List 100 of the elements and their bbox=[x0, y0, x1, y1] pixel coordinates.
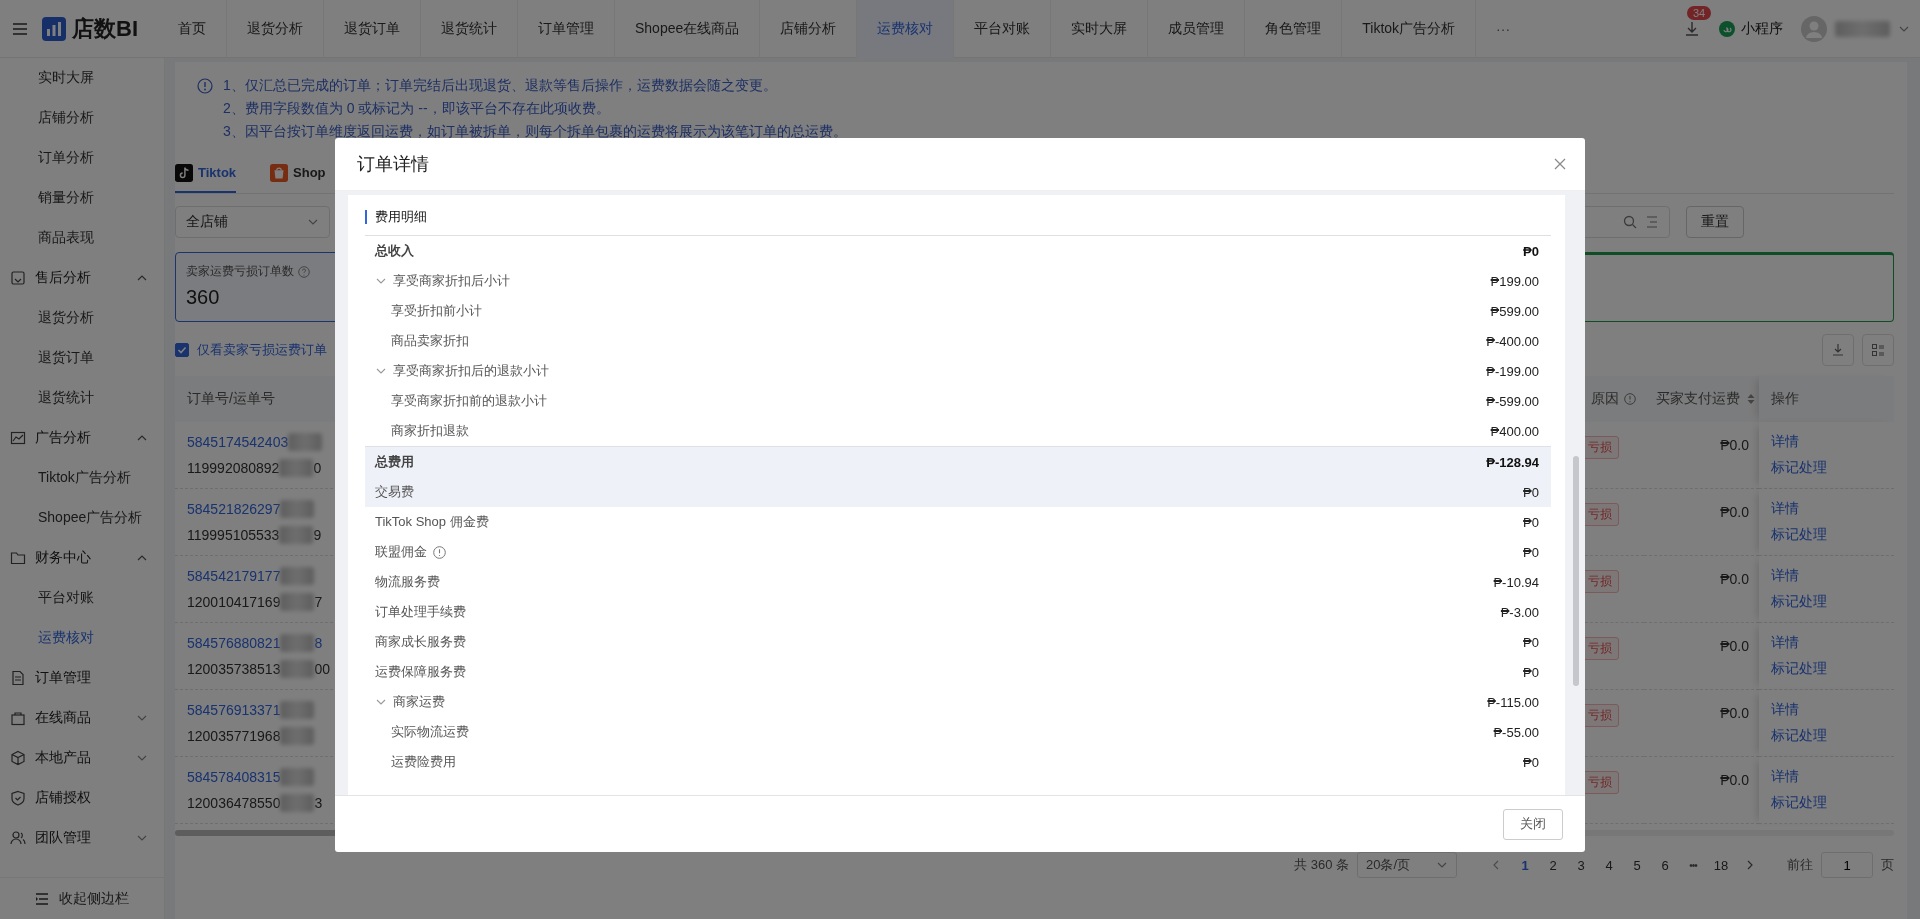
sidebar-item[interactable]: 平台对账 bbox=[0, 578, 164, 618]
sidebar-group[interactable]: 本地产品 bbox=[0, 738, 164, 778]
notice-text: 1、仅汇总已完成的订单；订单完结后出现退货、退款等售后操作，运费数据会随之变更。 bbox=[223, 76, 778, 94]
store-select[interactable]: 全店铺 bbox=[175, 206, 330, 238]
fee-value: ₱-10.94 bbox=[1493, 574, 1539, 590]
order-link[interactable]: 5845174542403 bbox=[187, 434, 289, 450]
reset-button[interactable]: 重置 bbox=[1686, 206, 1744, 238]
order-link[interactable]: 584576913371 bbox=[187, 702, 281, 718]
sidebar-item[interactable]: 销量分析 bbox=[0, 178, 164, 218]
action-link[interactable]: 标记处理 bbox=[1771, 794, 1884, 812]
nav-tab[interactable]: 实时大屏 bbox=[1051, 0, 1149, 58]
fee-label: 享受商家折扣后小计 bbox=[393, 272, 510, 290]
nav-tab[interactable]: Tiktok广告分析 bbox=[1342, 0, 1477, 58]
mini-program-link[interactable]: 小程序 bbox=[1741, 19, 1783, 38]
action-link[interactable]: 详情 bbox=[1771, 500, 1884, 518]
action-link[interactable]: 详情 bbox=[1771, 433, 1884, 451]
page-number[interactable]: 3 bbox=[1571, 857, 1591, 873]
fee-value: ₱199.00 bbox=[1490, 273, 1539, 289]
nav-tab[interactable]: 订单管理 bbox=[518, 0, 615, 58]
fee-value: ₱-599.00 bbox=[1486, 393, 1539, 409]
tracking-number: 3 bbox=[314, 795, 323, 811]
page-number[interactable]: 4 bbox=[1599, 857, 1619, 873]
page-number[interactable]: 6 bbox=[1655, 857, 1675, 873]
nav-tab[interactable]: 角色管理 bbox=[1245, 0, 1343, 58]
nav-tab[interactable]: 平台对账 bbox=[954, 0, 1052, 58]
platform-tab[interactable]: Tiktok bbox=[175, 154, 237, 193]
tracking-number: 0 bbox=[313, 460, 322, 476]
order-link[interactable]: 584576880821 bbox=[187, 635, 281, 651]
fee-label: 享受商家折扣前的退款小计 bbox=[391, 392, 547, 410]
order-link[interactable]: 584578408315 bbox=[187, 769, 281, 785]
sidebar-group[interactable]: 在线商品 bbox=[0, 698, 164, 738]
fee-value: ₱-199.00 bbox=[1486, 363, 1539, 379]
sidebar-group[interactable]: 财务中心 bbox=[0, 538, 164, 578]
section-title: 费用明细 bbox=[375, 208, 427, 226]
table-cell: ₱0.0 bbox=[1720, 705, 1749, 721]
stat-value: 360 bbox=[186, 286, 221, 309]
column-header: 买家支付运费 bbox=[1644, 376, 1759, 422]
fee-label: 商家成长服务费 bbox=[375, 633, 466, 651]
platform-tab[interactable]: Shop bbox=[270, 154, 326, 193]
action-link[interactable]: 详情 bbox=[1771, 567, 1884, 585]
column-header: 操作 bbox=[1759, 376, 1894, 422]
order-link[interactable]: 584542179177 bbox=[187, 568, 281, 584]
sidebar-item[interactable]: 退货分析 bbox=[0, 298, 164, 338]
nav-tab[interactable]: 运费核对 bbox=[857, 0, 955, 58]
action-link[interactable]: 标记处理 bbox=[1771, 727, 1884, 745]
order-link[interactable]: 8 bbox=[314, 635, 323, 651]
sidebar-item[interactable]: 商品表现 bbox=[0, 218, 164, 258]
fee-value: ₱400.00 bbox=[1490, 423, 1539, 439]
fee-value: ₱-3.00 bbox=[1500, 604, 1539, 620]
sidebar-group[interactable]: 售后分析 bbox=[0, 258, 164, 298]
action-link[interactable]: 标记处理 bbox=[1771, 660, 1884, 678]
sidebar-item[interactable]: 订单分析 bbox=[0, 138, 164, 178]
logo-text: 店数BI bbox=[72, 14, 138, 43]
tracking-number: 7 bbox=[314, 594, 323, 610]
sidebar-item[interactable]: Tiktok广告分析 bbox=[0, 458, 164, 498]
more-menu[interactable]: ··· bbox=[1476, 20, 1531, 37]
action-link[interactable]: 详情 bbox=[1771, 634, 1884, 652]
nav-tab[interactable]: Shopee在线商品 bbox=[615, 0, 761, 58]
page-number[interactable]: 18 bbox=[1711, 857, 1731, 873]
sidebar-item[interactable]: 实时大屏 bbox=[0, 58, 164, 98]
sidebar-group[interactable]: 店铺授权 bbox=[0, 778, 164, 818]
order-link[interactable]: 584521826297 bbox=[187, 501, 281, 517]
nav-tab[interactable]: 成员管理 bbox=[1148, 0, 1246, 58]
checkbox-label[interactable]: 仅看卖家亏损运费订单 bbox=[197, 341, 327, 359]
sidebar-item[interactable]: 店铺分析 bbox=[0, 98, 164, 138]
fee-value: ₱-400.00 bbox=[1486, 333, 1539, 349]
stat-title: 卖家运费亏损订单数 bbox=[186, 263, 294, 280]
action-link[interactable]: 详情 bbox=[1771, 768, 1884, 786]
action-link[interactable]: 标记处理 bbox=[1771, 526, 1884, 544]
nav-tab[interactable]: 首页 bbox=[158, 0, 227, 58]
fee-value: ₱0 bbox=[1523, 634, 1539, 650]
nav-tab[interactable]: 退货分析 bbox=[227, 0, 324, 58]
tracking-number: 119992080892 bbox=[187, 460, 280, 476]
action-link[interactable]: 详情 bbox=[1771, 701, 1884, 719]
sidebar-item[interactable]: 退货订单 bbox=[0, 338, 164, 378]
page-number[interactable]: 2 bbox=[1543, 857, 1563, 873]
sidebar-group[interactable]: 订单管理 bbox=[0, 658, 164, 698]
nav-tab[interactable]: 退货统计 bbox=[421, 0, 518, 58]
page-number[interactable]: 5 bbox=[1627, 857, 1647, 873]
table-cell: ₱0.0 bbox=[1720, 437, 1749, 453]
fee-value: ₱0 bbox=[1523, 664, 1539, 680]
close-button[interactable]: 关闭 bbox=[1503, 808, 1563, 840]
tracking-number: 119995105533 bbox=[187, 527, 280, 543]
fee-label: 商品卖家折扣 bbox=[391, 332, 469, 350]
more-pages[interactable]: ••• bbox=[1683, 859, 1703, 871]
nav-tab[interactable]: 退货订单 bbox=[324, 0, 421, 58]
action-link[interactable]: 标记处理 bbox=[1771, 593, 1884, 611]
sidebar-item[interactable]: 退货统计 bbox=[0, 378, 164, 418]
sidebar-item[interactable]: Shopee广告分析 bbox=[0, 498, 164, 538]
sidebar-group[interactable]: 团队管理 bbox=[0, 818, 164, 858]
page-suffix: 页 bbox=[1881, 856, 1894, 874]
fee-label: 商家折扣退款 bbox=[391, 422, 469, 440]
fee-label: 总收入 bbox=[375, 242, 414, 260]
notice-text: 2、费用字段数值为 0 或标记为 --，即该平台不存在此项收费。 bbox=[223, 99, 611, 117]
page-number[interactable]: 1 bbox=[1515, 857, 1535, 873]
page-input[interactable]: 1 bbox=[1821, 852, 1873, 878]
action-link[interactable]: 标记处理 bbox=[1771, 459, 1884, 477]
sidebar-group[interactable]: 广告分析 bbox=[0, 418, 164, 458]
sidebar-item[interactable]: 运费核对 bbox=[0, 618, 164, 658]
table-cell: ₱0.0 bbox=[1720, 571, 1749, 587]
